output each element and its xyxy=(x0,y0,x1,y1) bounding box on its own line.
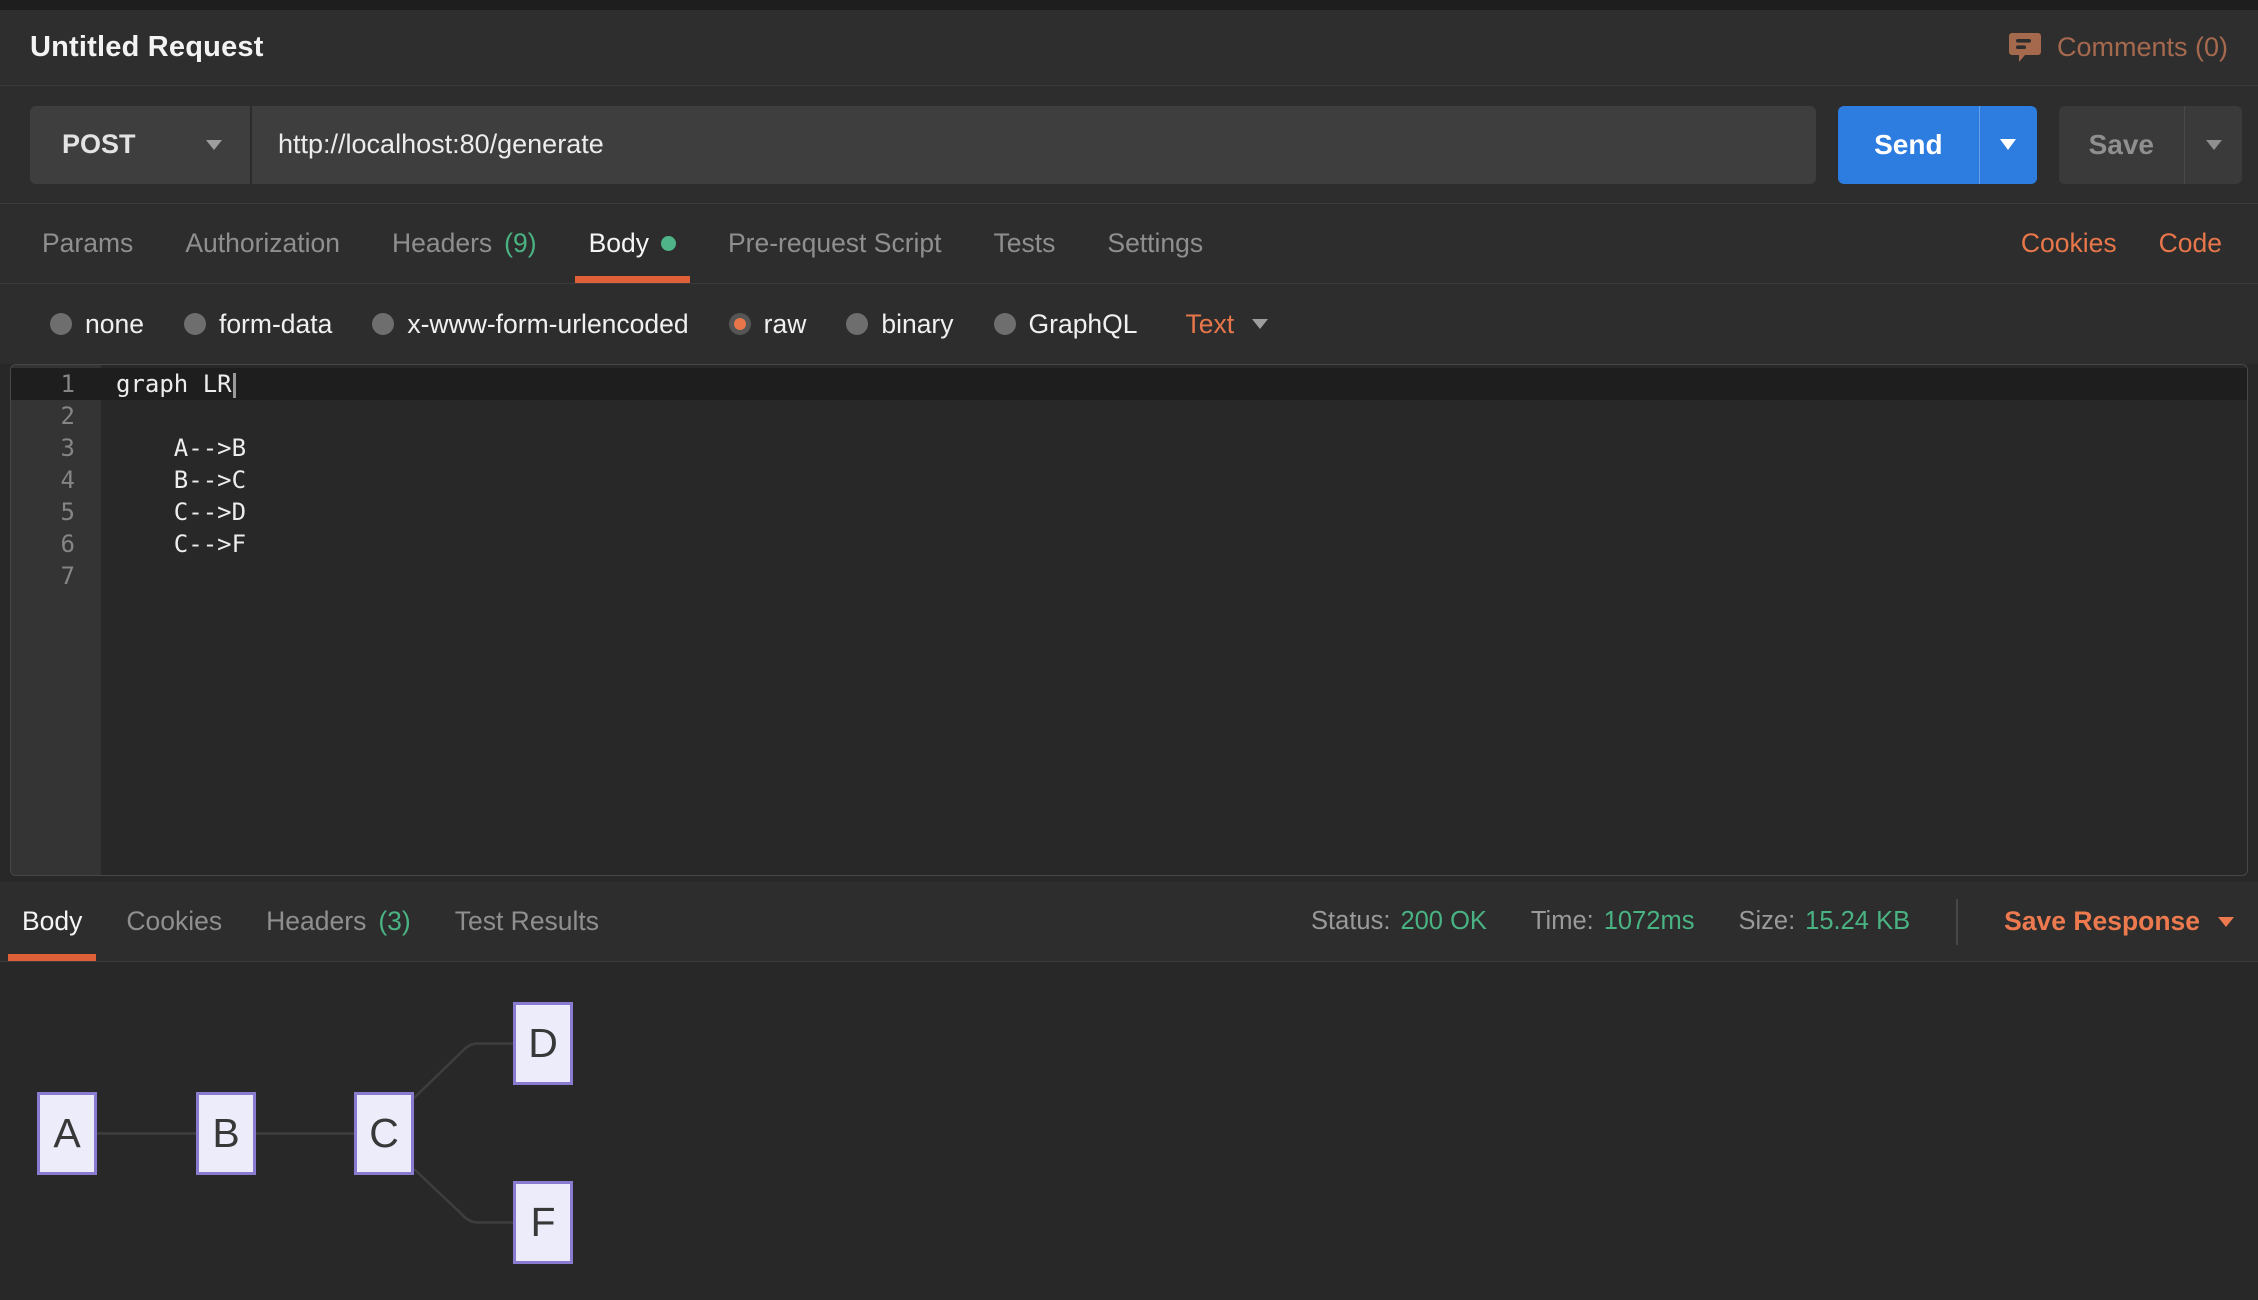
response-meta: Status:200 OK Time:1072ms Size:15.24 KB … xyxy=(1311,899,2234,945)
tab-headers[interactable]: Headers (9) xyxy=(392,204,537,283)
radio-icon xyxy=(50,313,72,335)
tab-tests[interactable]: Tests xyxy=(994,204,1056,283)
save-button[interactable]: Save xyxy=(2059,106,2242,184)
editor-line[interactable]: 1 graph LR xyxy=(11,368,2247,400)
chevron-down-icon xyxy=(1252,319,1268,329)
body-mode-bar: none form-data x-www-form-urlencoded raw… xyxy=(0,284,2258,364)
radio-icon xyxy=(372,313,394,335)
text-cursor xyxy=(233,373,236,398)
response-tab-test-results[interactable]: Test Results xyxy=(455,882,599,961)
radio-graphql[interactable]: GraphQL xyxy=(994,309,1138,340)
code-text: C-->D xyxy=(116,498,246,526)
tab-params[interactable]: Params xyxy=(42,204,133,283)
chevron-down-icon xyxy=(2000,139,2016,150)
editor-line[interactable]: 5 C-->D xyxy=(11,496,2247,528)
response-body: A B C D F xyxy=(0,962,2258,1300)
code-text: A-->B xyxy=(116,434,246,462)
url-input[interactable] xyxy=(252,106,1816,184)
code-text: B-->C xyxy=(116,466,246,494)
cookies-link[interactable]: Cookies xyxy=(2021,228,2117,259)
radio-form-data[interactable]: form-data xyxy=(184,309,332,340)
vertical-divider xyxy=(1956,899,1958,945)
radio-x-www-form-urlencoded[interactable]: x-www-form-urlencoded xyxy=(372,309,688,340)
window-top-strip xyxy=(0,0,2258,10)
url-container: POST xyxy=(30,106,1816,184)
line-number: 7 xyxy=(11,560,101,592)
chevron-down-icon xyxy=(206,140,222,150)
line-number: 6 xyxy=(11,528,101,560)
radio-icon xyxy=(846,313,868,335)
request-bar: POST Send Save xyxy=(0,86,2258,204)
chevron-down-icon xyxy=(2218,917,2234,927)
response-tab-headers[interactable]: Headers (3) xyxy=(266,882,411,961)
editor-line[interactable]: 2 xyxy=(11,400,2247,432)
line-number: 1 xyxy=(11,368,101,400)
method-select[interactable]: POST xyxy=(30,106,252,184)
radio-raw[interactable]: raw xyxy=(729,309,807,340)
graph-node-c: C xyxy=(354,1092,414,1175)
graph-node-a: A xyxy=(37,1092,97,1175)
save-options-button[interactable] xyxy=(2184,106,2242,184)
save-response-button[interactable]: Save Response xyxy=(2004,906,2234,937)
response-tab-body[interactable]: Body xyxy=(22,882,82,961)
send-label: Send xyxy=(1838,106,1978,184)
code-text: C-->F xyxy=(116,530,246,558)
comment-bubble-icon xyxy=(2009,33,2041,63)
line-number: 5 xyxy=(11,496,101,528)
radio-binary[interactable]: binary xyxy=(846,309,953,340)
radio-selected-icon xyxy=(729,313,751,335)
code-link[interactable]: Code xyxy=(2159,228,2222,259)
response-graph: A B C D F xyxy=(0,962,2258,1300)
raw-format-select[interactable]: Text xyxy=(1186,309,1269,340)
line-number: 2 xyxy=(11,400,101,432)
response-header: Body Cookies Headers (3) Test Results St… xyxy=(0,882,2258,962)
radio-icon xyxy=(994,313,1016,335)
line-number: 3 xyxy=(11,432,101,464)
line-number: 4 xyxy=(11,464,101,496)
response-tab-cookies[interactable]: Cookies xyxy=(126,882,222,961)
page-title: Untitled Request xyxy=(30,31,264,64)
time-badge: Time:1072ms xyxy=(1531,907,1695,936)
graph-node-d: D xyxy=(513,1002,573,1085)
code-text: graph LR xyxy=(116,370,232,398)
body-filled-dot-icon xyxy=(661,236,676,251)
status-badge: Status:200 OK xyxy=(1311,907,1487,936)
comments-label: Comments (0) xyxy=(2057,32,2228,63)
radio-icon xyxy=(184,313,206,335)
graph-node-f: F xyxy=(513,1181,573,1264)
tab-pre-request-script[interactable]: Pre-request Script xyxy=(728,204,942,283)
save-label: Save xyxy=(2059,106,2184,184)
radio-none[interactable]: none xyxy=(50,309,144,340)
comments-button[interactable]: Comments (0) xyxy=(2009,32,2228,63)
editor-line[interactable]: 6 C-->F xyxy=(11,528,2247,560)
graph-edge-c-d xyxy=(414,1044,513,1099)
tab-body[interactable]: Body xyxy=(589,204,676,283)
response-headers-count: (3) xyxy=(378,906,410,937)
graph-edge-c-f xyxy=(414,1169,513,1223)
editor-line[interactable]: 7 xyxy=(11,560,2247,592)
request-tabs: Params Authorization Headers (9) Body Pr… xyxy=(0,204,2258,284)
title-bar: Untitled Request Comments (0) xyxy=(0,10,2258,86)
size-badge: Size:15.24 KB xyxy=(1738,907,1910,936)
method-label: POST xyxy=(62,129,136,160)
send-options-button[interactable] xyxy=(1979,106,2037,184)
headers-count: (9) xyxy=(504,228,536,259)
graph-node-b: B xyxy=(196,1092,256,1175)
tab-settings[interactable]: Settings xyxy=(1107,204,1203,283)
editor-line[interactable]: 3 A-->B xyxy=(11,432,2247,464)
raw-body-editor[interactable]: 1 graph LR 2 3 A-->B 4 B-->C 5 C-->D 6 C… xyxy=(10,364,2248,876)
editor-line[interactable]: 4 B-->C xyxy=(11,464,2247,496)
chevron-down-icon xyxy=(2206,140,2222,150)
tab-authorization[interactable]: Authorization xyxy=(185,204,340,283)
send-button[interactable]: Send xyxy=(1838,106,2036,184)
